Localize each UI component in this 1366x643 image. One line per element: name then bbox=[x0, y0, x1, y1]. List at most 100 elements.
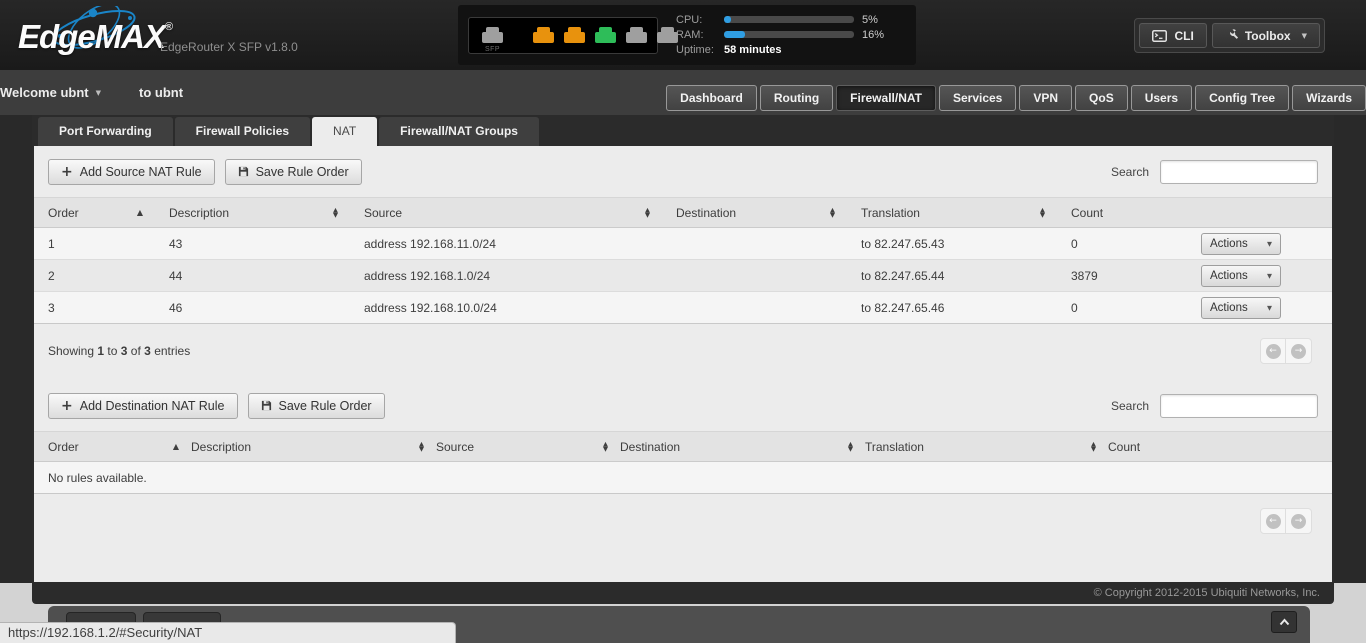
cpu-label: CPU: bbox=[676, 14, 724, 26]
nav-vpn[interactable]: VPN bbox=[1019, 85, 1072, 111]
cell-order: 1 bbox=[34, 228, 169, 260]
cell-description: 46 bbox=[169, 292, 364, 324]
cli-button[interactable]: CLI bbox=[1139, 23, 1206, 48]
col-destination[interactable]: Destination▲▼ bbox=[620, 432, 865, 462]
dest-nat-search-input[interactable] bbox=[1160, 394, 1318, 418]
port-eth4-icon bbox=[657, 32, 678, 43]
add-destination-nat-rule-button[interactable]: + Add Destination NAT Rule bbox=[48, 393, 238, 419]
tab-firewall-policies[interactable]: Firewall Policies bbox=[175, 117, 310, 146]
uptime-value: 58 minutes bbox=[724, 44, 781, 56]
status-panel: SFP CPU: 5% RAM: 16% Uptime: bbox=[458, 5, 916, 65]
cell-translation: to 82.247.65.46 bbox=[861, 292, 1071, 324]
source-nat-search: Search bbox=[1111, 160, 1318, 184]
tab-firewall-nat-groups[interactable]: Firewall/NAT Groups bbox=[379, 117, 539, 146]
cell-source: address 192.168.1.0/24 bbox=[364, 260, 676, 292]
sort-asc-icon: ▲ bbox=[137, 208, 143, 217]
source-nat-pagination: ← → bbox=[1260, 338, 1312, 364]
scroll-top-button[interactable] bbox=[1271, 611, 1297, 633]
port-sfp: SFP bbox=[482, 27, 503, 53]
floppy-icon bbox=[261, 400, 272, 411]
cpu-value: 5% bbox=[862, 14, 878, 26]
nav-services[interactable]: Services bbox=[939, 85, 1016, 111]
cli-button-label: CLI bbox=[1174, 29, 1193, 43]
user-menu[interactable]: Welcome ubnt ▼ bbox=[0, 85, 101, 100]
nav-routing[interactable]: Routing bbox=[760, 85, 833, 111]
col-source[interactable]: Source▲▼ bbox=[364, 198, 676, 228]
ram-stat: RAM: 16% bbox=[676, 28, 908, 41]
firmware-version: EdgeRouter X SFP v1.8.0 bbox=[160, 40, 298, 54]
cell-source: address 192.168.11.0/24 bbox=[364, 228, 676, 260]
dest-nat-toolbar: + Add Destination NAT Rule Save Rule Ord… bbox=[34, 380, 1332, 431]
nat-content: + Add Source NAT Rule Save Rule Order Se… bbox=[34, 146, 1332, 582]
dest-nat-table-footer: ← → bbox=[34, 494, 1332, 534]
cell-destination bbox=[676, 260, 861, 292]
add-source-nat-rule-button[interactable]: + Add Source NAT Rule bbox=[48, 159, 215, 185]
col-count[interactable]: Count bbox=[1108, 432, 1332, 462]
cpu-bar bbox=[724, 16, 854, 23]
ports-box: SFP bbox=[468, 17, 658, 54]
sort-icon: ▲▼ bbox=[419, 442, 424, 452]
nav-wizards[interactable]: Wizards bbox=[1292, 85, 1366, 111]
col-description[interactable]: Description▲▼ bbox=[191, 432, 436, 462]
search-label: Search bbox=[1111, 165, 1149, 179]
browser-status-bar: https://192.168.1.2/#Security/NAT bbox=[0, 622, 456, 643]
save-rule-order-button[interactable]: Save Rule Order bbox=[225, 159, 362, 185]
col-translation[interactable]: Translation▲▼ bbox=[861, 198, 1071, 228]
actions-button[interactable]: Actions▼ bbox=[1201, 297, 1281, 319]
actions-button[interactable]: Actions▼ bbox=[1201, 265, 1281, 287]
pagination-next-button[interactable]: → bbox=[1286, 339, 1311, 363]
subtab-row: Port Forwarding Firewall Policies NAT Fi… bbox=[32, 115, 1334, 146]
empty-row: No rules available. bbox=[34, 462, 1332, 494]
tab-nat[interactable]: NAT bbox=[312, 117, 377, 146]
nav-firewall-nat[interactable]: Firewall/NAT bbox=[836, 85, 936, 111]
sort-icon: ▲▼ bbox=[603, 442, 608, 452]
pagination-next-button[interactable]: → bbox=[1286, 509, 1311, 533]
nav-qos[interactable]: QoS bbox=[1075, 85, 1128, 111]
plus-icon: + bbox=[61, 167, 73, 177]
ram-label: RAM: bbox=[676, 29, 724, 41]
port-eth3-icon bbox=[626, 32, 647, 43]
cell-order: 3 bbox=[34, 292, 169, 324]
source-nat-search-input[interactable] bbox=[1160, 160, 1318, 184]
nav-dashboard[interactable]: Dashboard bbox=[666, 85, 757, 111]
ram-bar-fill bbox=[724, 31, 745, 38]
main-nav: Dashboard Routing Firewall/NAT Services … bbox=[666, 85, 1366, 111]
logo-area: EdgeMAX® EdgeRouter X SFP v1.8.0 bbox=[18, 10, 448, 62]
source-nat-header-row: Order▲ Description▲▼ Source▲▼ Destinatio… bbox=[34, 198, 1332, 228]
search-label: Search bbox=[1111, 399, 1149, 413]
add-destination-nat-rule-label: Add Destination NAT Rule bbox=[80, 399, 225, 413]
cell-destination bbox=[676, 228, 861, 260]
chevron-down-icon: ▼ bbox=[1267, 272, 1272, 280]
col-actions bbox=[1201, 198, 1332, 228]
toolbox-button-label: Toolbox bbox=[1245, 29, 1291, 43]
table-row: 1 43 address 192.168.11.0/24 to 82.247.6… bbox=[34, 228, 1332, 260]
copyright-footer: © Copyright 2012-2015 Ubiquiti Networks,… bbox=[32, 582, 1334, 604]
cell-translation: to 82.247.65.44 bbox=[861, 260, 1071, 292]
welcome-label: Welcome ubnt bbox=[0, 85, 89, 100]
chevron-down-icon: ▼ bbox=[1302, 32, 1307, 40]
no-rules-message: No rules available. bbox=[34, 462, 1332, 494]
col-order[interactable]: Order▲ bbox=[34, 432, 191, 462]
col-source[interactable]: Source▲▼ bbox=[436, 432, 620, 462]
save-rule-order-button[interactable]: Save Rule Order bbox=[248, 393, 385, 419]
nav-config-tree[interactable]: Config Tree bbox=[1195, 85, 1289, 111]
source-nat-table-footer: Showing 1 to 3 of 3 entries ← → bbox=[34, 324, 1332, 380]
col-description[interactable]: Description▲▼ bbox=[169, 198, 364, 228]
col-destination[interactable]: Destination▲▼ bbox=[676, 198, 861, 228]
actions-button[interactable]: Actions▼ bbox=[1201, 233, 1281, 255]
tab-port-forwarding[interactable]: Port Forwarding bbox=[38, 117, 173, 146]
pagination-prev-button[interactable]: ← bbox=[1261, 339, 1286, 363]
app-logo: EdgeMAX® bbox=[18, 18, 172, 56]
col-translation[interactable]: Translation▲▼ bbox=[865, 432, 1108, 462]
col-count[interactable]: Count bbox=[1071, 198, 1201, 228]
pagination-prev-button[interactable]: ← bbox=[1261, 509, 1286, 533]
chevron-down-icon: ▼ bbox=[1267, 304, 1272, 312]
uptime-stat: Uptime: 58 minutes bbox=[676, 43, 908, 56]
nav-users[interactable]: Users bbox=[1131, 85, 1192, 111]
main-container: Port Forwarding Firewall Policies NAT Fi… bbox=[32, 115, 1334, 604]
source-nat-toolbar: + Add Source NAT Rule Save Rule Order Se… bbox=[34, 146, 1332, 197]
toolbox-button[interactable]: Toolbox ▼ bbox=[1212, 23, 1320, 48]
cell-order: 2 bbox=[34, 260, 169, 292]
col-order[interactable]: Order▲ bbox=[34, 198, 169, 228]
sfp-label: SFP bbox=[485, 46, 500, 53]
